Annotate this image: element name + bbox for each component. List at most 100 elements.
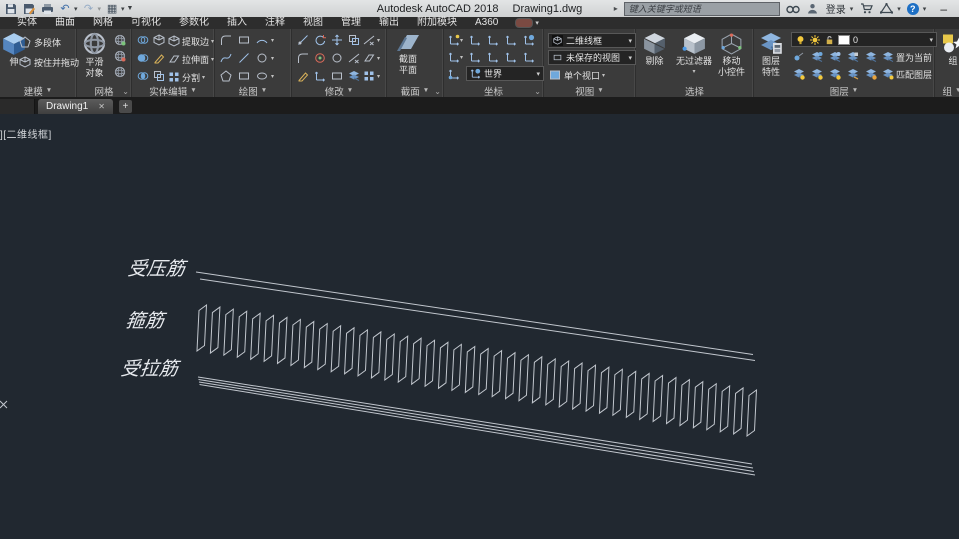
layer-walk-icon[interactable]: [864, 50, 878, 64]
culling-button[interactable]: 剔除: [642, 32, 667, 66]
ucs-icon[interactable]: [447, 33, 461, 47]
ucs-origin-icon[interactable]: [447, 67, 461, 81]
layer-lock-tool-icon[interactable]: [846, 50, 860, 64]
search-flyout-icon[interactable]: ▸: [614, 4, 618, 13]
file-tab-partial[interactable]: [0, 99, 35, 114]
polysolid-button[interactable]: 多段体: [18, 35, 61, 49]
panel-label-groups[interactable]: 组▼: [935, 84, 959, 97]
union-icon[interactable]: [136, 33, 150, 47]
panel-label-modeling[interactable]: 建模▼: [0, 84, 76, 97]
ucs-dropdown[interactable]: 世界 ▾: [466, 66, 544, 81]
workspace-icon[interactable]: ▦: [105, 2, 119, 15]
caret-icon[interactable]: ▾: [377, 55, 380, 62]
help-caret-icon[interactable]: ▾: [923, 5, 927, 13]
tab-a360[interactable]: A360: [466, 17, 507, 29]
caret-icon[interactable]: ▾: [271, 55, 274, 62]
layer-thaw-icon[interactable]: [810, 67, 824, 81]
a360-caret-icon[interactable]: ▾: [897, 5, 901, 13]
ucs-z-icon[interactable]: [486, 33, 500, 47]
panel-label-view[interactable]: 视图▼: [544, 84, 635, 97]
slice-icon[interactable]: [152, 33, 166, 47]
qat-customize-icon[interactable]: ▼: [127, 5, 134, 12]
panel-label-selection[interactable]: 选择: [636, 84, 753, 97]
user-icon[interactable]: [806, 2, 820, 15]
tab-solid[interactable]: 实体: [8, 17, 46, 29]
tab-parametric[interactable]: 参数化: [170, 17, 218, 29]
rectangle-icon[interactable]: [237, 33, 251, 47]
extrude-faces-button[interactable]: 拉伸面▾: [168, 52, 214, 66]
tab-insert[interactable]: 插入: [218, 17, 256, 29]
section-plane-button[interactable]: 截面 平面: [395, 31, 421, 75]
panel-label-coordinates[interactable]: 坐标: [444, 84, 543, 97]
tab-output[interactable]: 输出: [370, 17, 408, 29]
search-icon[interactable]: [786, 2, 800, 15]
intersect-icon[interactable]: [136, 69, 150, 83]
panel-label-solid-editing[interactable]: 实体编辑▼: [132, 84, 214, 97]
layer-dropdown[interactable]: 0 ▾: [791, 32, 937, 47]
chamfer-icon[interactable]: [362, 51, 376, 65]
ellipse-icon[interactable]: [255, 69, 269, 83]
set-current-button[interactable]: 置为当前: [882, 50, 932, 64]
panel-launcher-icon[interactable]: ⌄: [434, 87, 441, 96]
layer-isolate-icon[interactable]: [810, 50, 824, 64]
workspace-caret-icon[interactable]: ▾: [121, 5, 125, 13]
erase-icon[interactable]: [296, 69, 310, 83]
ucs-face-icon[interactable]: [504, 33, 518, 47]
copy-icon[interactable]: [347, 33, 361, 47]
viewport-config-button[interactable]: 单个视口▾: [548, 68, 605, 82]
panel-label-layers[interactable]: 图层▼: [754, 84, 934, 97]
arc-icon[interactable]: [255, 33, 269, 47]
caret-icon[interactable]: ▾: [460, 37, 463, 44]
ribbon-state-icon[interactable]: [515, 18, 533, 28]
join-icon[interactable]: [347, 69, 361, 83]
gizmo-button[interactable]: 移动 小控件: [718, 32, 745, 77]
explode-icon[interactable]: [330, 69, 344, 83]
print-icon[interactable]: [40, 2, 54, 15]
redo-caret-icon[interactable]: ▾: [98, 5, 102, 13]
panel-label-modify[interactable]: 修改▼: [292, 84, 386, 97]
panel-launcher-icon[interactable]: ⌄: [122, 87, 129, 96]
sign-in-label[interactable]: 登录: [826, 1, 846, 16]
line-icon[interactable]: [237, 51, 251, 65]
ucs-named-icon[interactable]: [522, 33, 536, 47]
ucs-view-icon[interactable]: [522, 50, 536, 64]
search-input[interactable]: [624, 2, 780, 16]
new-tab-button[interactable]: +: [119, 100, 132, 113]
cart-icon[interactable]: [859, 2, 873, 15]
tab-visualize[interactable]: 可视化: [122, 17, 170, 29]
ucs-previous-icon[interactable]: [447, 50, 461, 64]
tab-manage[interactable]: 管理: [332, 17, 370, 29]
a360-icon[interactable]: [879, 2, 893, 15]
minimize-button[interactable]: –: [932, 2, 955, 16]
scale-icon[interactable]: [313, 33, 327, 47]
ribbon-state-caret-icon[interactable]: ▾: [535, 19, 539, 27]
tab-surface[interactable]: 曲面: [46, 17, 84, 29]
undo-caret-icon[interactable]: ▾: [74, 5, 78, 13]
layer-states-icon[interactable]: [864, 67, 878, 81]
sign-in-caret-icon[interactable]: ▾: [850, 5, 854, 13]
offset-icon[interactable]: [330, 51, 344, 65]
circle-icon[interactable]: [255, 51, 269, 65]
caret-icon[interactable]: ▾: [460, 54, 463, 61]
visual-style-dropdown[interactable]: 二维线框 ▾: [548, 33, 636, 48]
model-space-viewport[interactable]: ][二维线框] 受压筋 箍筋 受拉筋: [0, 114, 959, 539]
tab-view[interactable]: 视图: [294, 17, 332, 29]
smooth-object-button[interactable]: 平滑 对象: [82, 31, 107, 78]
interfere-icon[interactable]: [152, 51, 166, 65]
caret-icon[interactable]: ▾: [377, 73, 380, 80]
tab-annotate[interactable]: 注释: [256, 17, 294, 29]
spline-icon[interactable]: [219, 51, 233, 65]
save-icon[interactable]: [4, 2, 18, 15]
panel-label-draw[interactable]: 绘图▼: [215, 84, 291, 97]
caret-icon[interactable]: ▾: [271, 73, 274, 80]
ucs-x-icon[interactable]: [486, 50, 500, 64]
panel-launcher-icon[interactable]: ⌄: [534, 87, 541, 96]
separate-button[interactable]: 分割▾: [168, 70, 205, 84]
file-tab-drawing1[interactable]: Drawing1 ✕: [38, 99, 113, 114]
rotate-icon[interactable]: [313, 51, 327, 65]
extract-edges-button[interactable]: 提取边▾: [168, 34, 214, 48]
layer-freeze-tool-icon[interactable]: [828, 50, 842, 64]
fillet-icon[interactable]: [296, 51, 310, 65]
mirror-icon[interactable]: [362, 33, 376, 47]
trim-icon[interactable]: [347, 51, 361, 65]
